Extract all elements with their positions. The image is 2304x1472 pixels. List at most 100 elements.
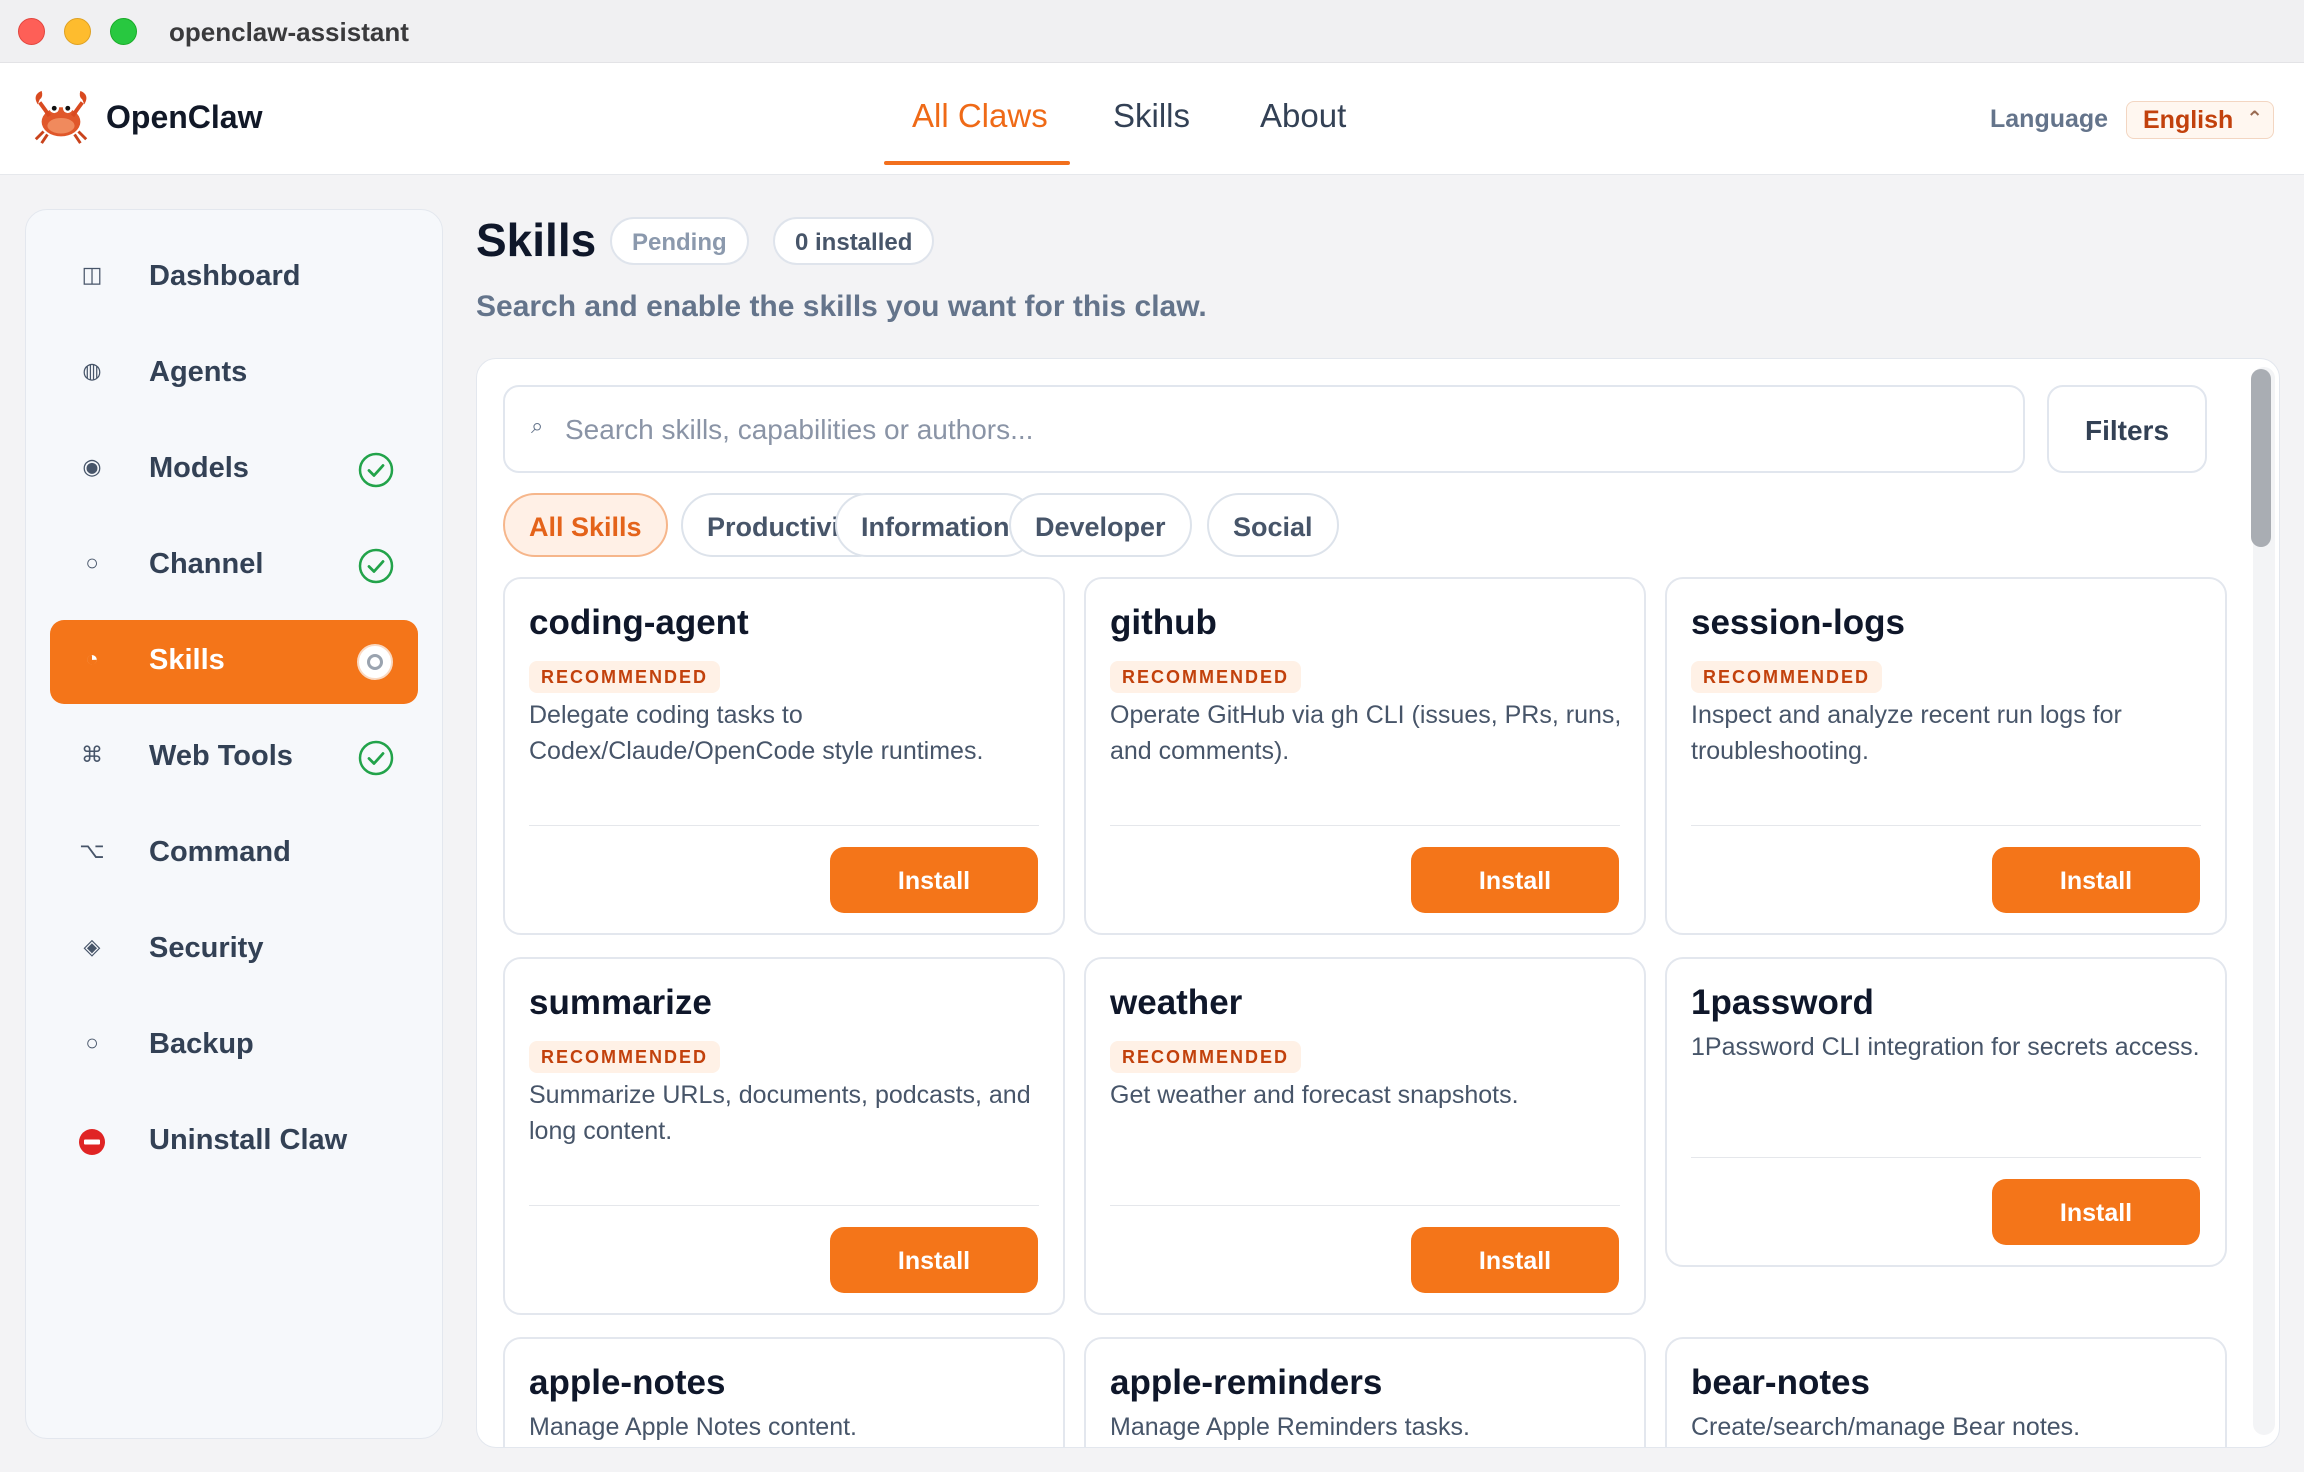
app-window: openclaw-assistant OpenClaw All Claws Sk… xyxy=(0,0,2304,1472)
check-circle-icon xyxy=(358,548,394,584)
search-icon: ⌕ xyxy=(531,413,544,438)
category-chip-social[interactable]: Social xyxy=(1207,493,1339,557)
card-divider xyxy=(529,1205,1039,1206)
search-input[interactable] xyxy=(565,405,2005,455)
backup-icon: ○ xyxy=(85,1030,99,1055)
brand-name: OpenClaw xyxy=(106,99,263,135)
page-title: Skills xyxy=(476,214,597,266)
skill-description: Summarize URLs, documents, podcasts, and… xyxy=(529,1081,1031,1145)
skill-card: coding-agent RECOMMENDED Delegate coding… xyxy=(503,577,1065,935)
filters-button[interactable]: Filters xyxy=(2047,385,2207,473)
sidebar: ◫ Dashboard ◍ Agents ◉ Models ○ Channel … xyxy=(25,209,443,1439)
title-bar: openclaw-assistant xyxy=(0,0,2304,63)
recommended-badge: RECOMMENDED xyxy=(529,1041,721,1073)
sidebar-item-models[interactable]: ◉ Models xyxy=(50,428,418,512)
command-key-icon: ⌘ xyxy=(81,742,103,767)
minimize-window-button[interactable] xyxy=(64,18,91,45)
agents-icon: ◍ xyxy=(82,358,102,383)
skill-name: coding-agent xyxy=(529,603,749,642)
sidebar-item-agents[interactable]: ◍ Agents xyxy=(50,332,418,416)
skill-name: github xyxy=(1110,603,1217,642)
skill-name: session-logs xyxy=(1691,603,1905,642)
sidebar-item-command[interactable]: ⌥ Command xyxy=(50,812,418,896)
crab-logo-icon xyxy=(34,90,88,144)
skill-card: session-logs RECOMMENDED Inspect and ana… xyxy=(1665,577,2227,935)
sidebar-item-label: Backup xyxy=(149,1028,254,1060)
skill-description: Create/search/manage Bear notes. xyxy=(1691,1413,2081,1441)
skill-card: apple-reminders Manage Apple Reminders t… xyxy=(1084,1337,1646,1447)
skill-description: Operate GitHub via gh CLI (issues, PRs, … xyxy=(1110,701,1622,765)
sidebar-item-backup[interactable]: ○ Backup xyxy=(50,1004,418,1088)
card-divider xyxy=(529,825,1039,826)
install-button[interactable]: Install xyxy=(1411,847,1619,913)
skill-card: 1password 1Password CLI integration for … xyxy=(1665,957,2227,1267)
page-subtitle: Search and enable the skills you want fo… xyxy=(476,290,1207,323)
card-divider xyxy=(1691,1157,2201,1158)
scrollbar-thumb[interactable] xyxy=(2251,369,2271,547)
category-chip-all-skills[interactable]: All Skills xyxy=(503,493,668,557)
skill-card: bear-notes Create/search/manage Bear not… xyxy=(1665,1337,2227,1447)
tab-all-claws[interactable]: All Claws xyxy=(912,97,1048,135)
skill-name: apple-reminders xyxy=(1110,1363,1383,1402)
diamond-icon: ◈ xyxy=(83,934,101,959)
skill-name: 1password xyxy=(1691,983,1874,1022)
install-button[interactable]: Install xyxy=(1411,1227,1619,1293)
skill-description: Manage Apple Notes content. xyxy=(529,1413,858,1441)
category-chip-developer[interactable]: Developer xyxy=(1009,493,1192,557)
sidebar-item-skills[interactable]: ◔ Skills xyxy=(50,620,418,704)
tab-about[interactable]: About xyxy=(1260,97,1346,135)
install-button[interactable]: Install xyxy=(830,847,1038,913)
tab-skills[interactable]: Skills xyxy=(1113,97,1190,135)
sidebar-item-uninstall-claw[interactable]: Uninstall Claw xyxy=(50,1100,418,1184)
sidebar-item-label: Agents xyxy=(149,356,248,388)
card-divider xyxy=(1691,825,2201,826)
sidebar-item-channel[interactable]: ○ Channel xyxy=(50,524,418,608)
recommended-badge: RECOMMENDED xyxy=(1110,661,1302,693)
install-button[interactable]: Install xyxy=(1992,847,2200,913)
maximize-window-button[interactable] xyxy=(110,18,137,45)
check-circle-icon xyxy=(358,452,394,488)
no-entry-icon xyxy=(79,1129,105,1155)
active-tab-indicator xyxy=(884,161,1070,165)
skill-name: weather xyxy=(1110,983,1243,1022)
sidebar-item-label: Dashboard xyxy=(149,260,301,292)
check-circle-icon xyxy=(358,740,394,776)
sidebar-item-label: Skills xyxy=(149,644,225,676)
skill-description: Get weather and forecast snapshots. xyxy=(1110,1081,1519,1109)
skill-description: Delegate coding tasks to Codex/Claude/Op… xyxy=(529,701,984,765)
window-title: openclaw-assistant xyxy=(169,17,409,47)
skill-name: summarize xyxy=(529,983,712,1022)
dashboard-icon: ◫ xyxy=(81,262,103,287)
install-button[interactable]: Install xyxy=(830,1227,1038,1293)
sidebar-item-dashboard[interactable]: ◫ Dashboard xyxy=(50,236,418,320)
category-chip-information[interactable]: Information xyxy=(835,493,1036,557)
language-select[interactable]: English ⌃ xyxy=(2126,101,2274,139)
sidebar-item-label: Models xyxy=(149,452,249,484)
skill-card: weather RECOMMENDED Get weather and fore… xyxy=(1084,957,1646,1315)
recommended-badge: RECOMMENDED xyxy=(1691,661,1883,693)
sidebar-item-security[interactable]: ◈ Security xyxy=(50,908,418,992)
skill-description: Manage Apple Reminders tasks. xyxy=(1110,1413,1470,1441)
select-caret-icon: ⌃ xyxy=(2246,108,2263,130)
card-divider xyxy=(1110,1205,1620,1206)
installed-count-badge: 0 installed xyxy=(773,217,935,265)
close-window-button[interactable] xyxy=(18,18,45,45)
models-icon: ◉ xyxy=(82,454,102,479)
skill-description: Inspect and analyze recent run logs for … xyxy=(1691,701,2122,765)
sidebar-item-web-tools[interactable]: ⌘ Web Tools xyxy=(50,716,418,800)
sidebar-item-label: Command xyxy=(149,836,291,868)
channel-icon: ○ xyxy=(85,550,99,575)
sidebar-item-label: Uninstall Claw xyxy=(149,1124,348,1156)
install-button[interactable]: Install xyxy=(1992,1179,2200,1245)
language-value: English xyxy=(2143,106,2234,134)
skill-name: bear-notes xyxy=(1691,1363,1870,1402)
sidebar-item-label: Security xyxy=(149,932,264,964)
skill-name: apple-notes xyxy=(529,1363,726,1402)
option-key-icon: ⌥ xyxy=(79,838,105,863)
recommended-badge: RECOMMENDED xyxy=(1110,1041,1302,1073)
search-box: ⌕ xyxy=(503,385,2025,473)
status-badge: Pending xyxy=(610,217,749,265)
skill-card: summarize RECOMMENDED Summarize URLs, do… xyxy=(503,957,1065,1315)
card-divider xyxy=(1110,825,1620,826)
language-label: Language xyxy=(1990,105,2109,133)
